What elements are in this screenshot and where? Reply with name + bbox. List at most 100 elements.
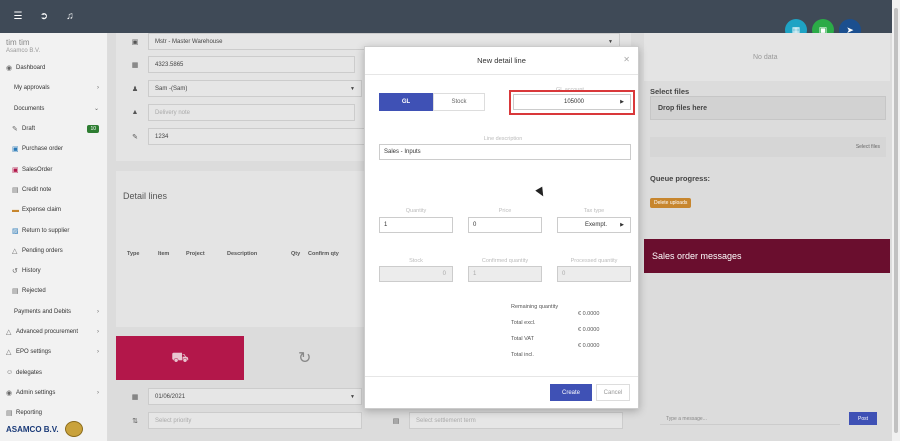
history-icon: ↺ xyxy=(12,268,18,276)
price-input[interactable]: 0 xyxy=(468,217,542,233)
pencil-icon: ✎ xyxy=(132,133,138,141)
cancel-button[interactable]: Cancel xyxy=(596,384,630,401)
sidebar-item-advanced-procurement[interactable]: △ Advanced procurement › xyxy=(0,322,107,342)
draft-count-badge: 10 xyxy=(87,125,99,134)
sidebar-item-salesorder[interactable]: ▣ SalesOrder xyxy=(0,159,107,179)
scrollbar-thumb[interactable] xyxy=(894,8,898,433)
quantity-input[interactable]: 1 xyxy=(379,217,453,233)
caret-icon: ▼ xyxy=(608,38,613,45)
draft-icon: ✎ xyxy=(12,126,18,134)
sidebar-item-pending-orders[interactable]: △ Pending orders xyxy=(0,241,107,261)
user-name: tim tim xyxy=(6,38,30,47)
chevron-right-icon: › xyxy=(97,85,99,92)
sidebar-item-draft[interactable]: ✎ Draft 10 xyxy=(0,119,107,139)
price-label: Price xyxy=(498,208,512,214)
message-input[interactable]: Type a message... xyxy=(660,413,840,425)
sidebar-item-epo-settings[interactable]: △ EPO settings › xyxy=(0,342,107,362)
date-field[interactable]: ▦ 01/06/2021 ▼ xyxy=(122,388,362,405)
confirmed-quantity-label: Confirmed quantity xyxy=(481,258,529,264)
settlement-icon: ▤ xyxy=(392,417,400,425)
delivery-note-field[interactable]: ▲ Delivery note xyxy=(122,104,355,121)
sidebar-item-payments-and-debits[interactable]: Payments and Debits › xyxy=(0,302,107,322)
reference-field[interactable]: ▦ 4323.5865 xyxy=(122,56,355,73)
reporting-icon: ▤ xyxy=(6,410,13,418)
no-data-text: No data xyxy=(753,54,778,61)
queue-progress-title: Queue progress: xyxy=(650,174,711,183)
sidebar-item-delegates[interactable]: ☺ delegates xyxy=(0,362,107,382)
column-header-confirm-qty[interactable]: Confirm qty xyxy=(308,251,339,257)
quantity-label: Quantity xyxy=(405,208,427,214)
delete-uploads-button[interactable]: Delete uploads xyxy=(650,198,692,208)
brand-name: ASAMCO B.V. xyxy=(6,424,59,434)
page-scrollbar[interactable] xyxy=(892,0,900,441)
line-description-input[interactable]: Sales - Inputs xyxy=(379,144,631,160)
post-button[interactable]: Post xyxy=(849,412,877,425)
sidebar-item-my-approvals[interactable]: My approvals › xyxy=(0,78,107,98)
return-icon: ▨ xyxy=(12,227,19,235)
truck-icon: ⛟ xyxy=(171,348,189,365)
modal-title: New detail line xyxy=(477,56,526,65)
tax-type-label: Tax type xyxy=(583,208,605,214)
user-icon: ♟ xyxy=(131,85,139,93)
truck-button[interactable]: ⛟ xyxy=(116,336,244,380)
expense-icon: ▬ xyxy=(12,206,19,214)
close-icon[interactable]: ✕ xyxy=(623,55,630,64)
select-files-button[interactable]: Select files xyxy=(650,137,886,157)
sales-order-messages-header: Sales order messages xyxy=(644,239,890,273)
rejected-icon: ▤ xyxy=(12,288,19,296)
sidebar-item-return-to-supplier[interactable]: ▨ Return to supplier xyxy=(0,220,107,240)
caret-icon: ▼ xyxy=(350,85,355,92)
column-header-qty[interactable]: Qty xyxy=(291,251,300,257)
settings-icon: △ xyxy=(6,349,12,357)
sidebar: tim tim Asamco B.V. ◉ Dashboard My approv… xyxy=(0,33,108,441)
gl-account-highlight xyxy=(509,90,635,115)
caret-icon: ▶ xyxy=(620,222,624,228)
refresh-icon[interactable]: ↻ xyxy=(298,348,311,368)
procurement-icon: △ xyxy=(6,329,12,336)
sidebar-item-history[interactable]: ↺ History xyxy=(0,261,107,281)
sidebar-item-rejected[interactable]: ▤ Rejected xyxy=(0,281,107,301)
create-button[interactable]: Create xyxy=(550,384,592,401)
logout-icon[interactable]: ➲ xyxy=(38,11,50,22)
settlement-term-select[interactable]: ▤ Select settlement term xyxy=(383,412,623,429)
line-description-label: Line description xyxy=(483,136,523,142)
chevron-right-icon: › xyxy=(97,349,99,356)
detail-lines-title: Detail lines xyxy=(123,191,168,201)
column-header-project[interactable]: Project xyxy=(186,251,205,257)
column-header-description[interactable]: Description xyxy=(227,251,257,257)
total-excl-label: Total excl. xyxy=(511,320,536,326)
file-drop-zone[interactable]: Drop files here xyxy=(650,96,886,120)
customer-field[interactable]: ♟ Sam -(Sam) ▼ xyxy=(122,80,362,97)
sidebar-item-admin-settings[interactable]: ◉ Admin settings › xyxy=(0,383,107,403)
menu-icon[interactable]: ☰ xyxy=(12,11,24,22)
select-files-title: Select files xyxy=(650,87,690,96)
chevron-right-icon: › xyxy=(97,389,99,396)
caret-icon: ▼ xyxy=(350,393,355,400)
bell-icon[interactable]: ♫ xyxy=(64,11,76,22)
column-header-type[interactable]: Type xyxy=(127,251,139,257)
tax-type-select[interactable]: Exempt. ▶ xyxy=(557,217,631,233)
sidebar-item-documents[interactable]: Documents ⌄ xyxy=(0,99,107,119)
salesorder-icon: ▣ xyxy=(12,166,19,174)
creditnote-icon: ▤ xyxy=(12,186,19,194)
column-header-item[interactable]: Item xyxy=(158,251,169,257)
sidebar-item-expense-claim[interactable]: ▬ Expense claim xyxy=(0,200,107,220)
total-incl-value: € 0.0000 xyxy=(578,343,600,349)
modal-header: New detail line ✕ xyxy=(365,47,638,75)
chevron-right-icon: › xyxy=(97,308,99,315)
brand-emblem-icon xyxy=(64,421,83,437)
modal-footer: Create Cancel xyxy=(365,376,638,408)
stock-toggle-button[interactable]: Stock xyxy=(433,93,485,111)
priority-select[interactable]: ⇅ Select priority xyxy=(122,412,362,429)
priority-icon: ⇅ xyxy=(132,417,138,425)
confirmed-quantity-input: 1 xyxy=(468,266,542,282)
sidebar-item-purchase-order[interactable]: ▣ Purchase order xyxy=(0,139,107,159)
sidebar-item-credit-note[interactable]: ▤ Credit note xyxy=(0,180,107,200)
total-excl-value: € 0.0000 xyxy=(578,311,600,317)
gl-toggle-button[interactable]: GL xyxy=(379,93,433,111)
admin-icon: ◉ xyxy=(6,389,13,397)
chevron-right-icon: › xyxy=(97,329,99,335)
sidebar-item-dashboard[interactable]: ◉ Dashboard xyxy=(0,58,107,78)
pending-icon: △ xyxy=(12,247,18,255)
processed-quantity-input: 0 xyxy=(557,266,631,282)
